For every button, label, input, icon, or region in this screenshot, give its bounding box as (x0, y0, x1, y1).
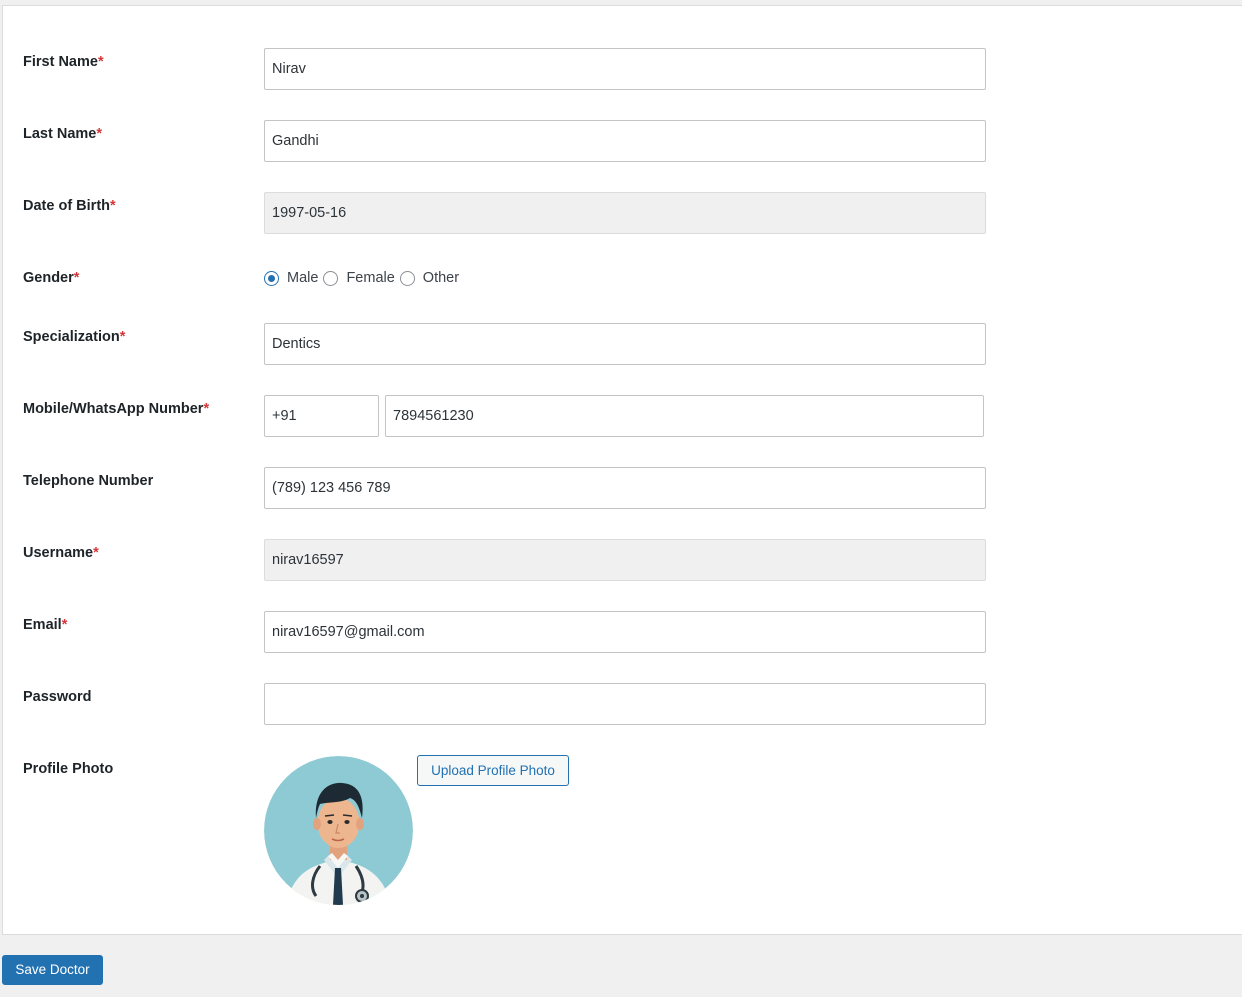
username-input[interactable]: nirav16597 (264, 539, 986, 581)
required-marker: * (93, 545, 99, 561)
save-doctor-button[interactable]: Save Doctor (2, 955, 103, 985)
gender-other-label[interactable]: Other (423, 270, 459, 286)
password-input[interactable] (264, 683, 986, 725)
dob-label: Date of Birth* (23, 198, 116, 214)
gender-other-radio[interactable] (399, 270, 415, 286)
avatar (264, 756, 413, 905)
gender-female-label[interactable]: Female (346, 270, 394, 286)
upload-profile-photo-button[interactable]: Upload Profile Photo (417, 755, 569, 786)
password-label: Password (23, 689, 92, 705)
specialization-input[interactable]: Dentics (264, 323, 986, 365)
required-marker: * (110, 198, 116, 214)
mobile-label: Mobile/WhatsApp Number* (23, 401, 210, 417)
telephone-input[interactable]: (789) 123 456 789 (264, 467, 986, 509)
dob-input[interactable]: 1997-05-16 (264, 192, 986, 234)
gender-label: Gender* (23, 270, 80, 286)
required-marker: * (203, 401, 210, 417)
telephone-label: Telephone Number (23, 473, 154, 489)
email-input[interactable]: nirav16597@gmail.com (264, 611, 986, 653)
last-name-input[interactable]: Gandhi (264, 120, 986, 162)
gender-male-radio[interactable] (264, 270, 279, 286)
last-name-label: Last Name* (23, 126, 102, 142)
gender-female-radio[interactable] (323, 270, 339, 286)
required-marker: * (97, 54, 104, 70)
country-code-input[interactable]: +91 (264, 395, 379, 437)
specialization-label: Specialization* (23, 329, 126, 345)
email-label: Email* (23, 617, 68, 633)
required-marker: * (96, 126, 102, 142)
profile-photo-label: Profile Photo (23, 761, 114, 777)
required-marker: * (73, 270, 80, 286)
first-name-label: First Name* (23, 54, 104, 70)
required-marker: * (119, 329, 126, 345)
required-marker: * (61, 617, 68, 633)
doctor-avatar-image (264, 756, 413, 905)
form-panel: First Name* Nirav Last Name* Gandhi Date… (2, 5, 1242, 935)
gender-male-label[interactable]: Male (287, 270, 318, 286)
first-name-input[interactable]: Nirav (264, 48, 986, 90)
mobile-number-input[interactable]: 7894561230 (385, 395, 984, 437)
username-label: Username* (23, 545, 99, 561)
gender-radio-group: Male Female Other (264, 270, 464, 286)
